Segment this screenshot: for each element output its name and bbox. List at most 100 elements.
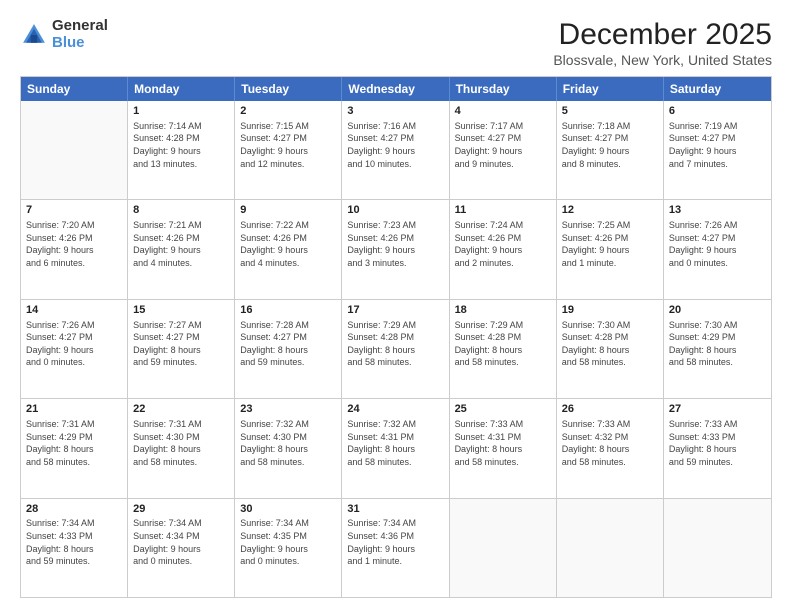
day-number: 7 (26, 203, 122, 218)
day-number: 21 (26, 402, 122, 417)
calendar-cell (21, 101, 128, 199)
calendar-cell: 9Sunrise: 7:22 AM Sunset: 4:26 PM Daylig… (235, 200, 342, 298)
day-number: 14 (26, 303, 122, 318)
calendar-cell (664, 499, 771, 597)
day-number: 2 (240, 104, 336, 119)
calendar-cell (557, 499, 664, 597)
calendar-header-cell: Monday (128, 77, 235, 101)
day-number: 25 (455, 402, 551, 417)
day-number: 5 (562, 104, 658, 119)
cell-info: Sunrise: 7:26 AM Sunset: 4:27 PM Dayligh… (26, 319, 122, 369)
calendar-cell: 11Sunrise: 7:24 AM Sunset: 4:26 PM Dayli… (450, 200, 557, 298)
calendar-row: 14Sunrise: 7:26 AM Sunset: 4:27 PM Dayli… (21, 299, 771, 398)
calendar-cell: 10Sunrise: 7:23 AM Sunset: 4:26 PM Dayli… (342, 200, 449, 298)
cell-info: Sunrise: 7:17 AM Sunset: 4:27 PM Dayligh… (455, 120, 551, 170)
cell-info: Sunrise: 7:30 AM Sunset: 4:29 PM Dayligh… (669, 319, 766, 369)
cell-info: Sunrise: 7:21 AM Sunset: 4:26 PM Dayligh… (133, 219, 229, 269)
day-number: 1 (133, 104, 229, 119)
cell-info: Sunrise: 7:15 AM Sunset: 4:27 PM Dayligh… (240, 120, 336, 170)
calendar-cell: 18Sunrise: 7:29 AM Sunset: 4:28 PM Dayli… (450, 300, 557, 398)
cell-info: Sunrise: 7:26 AM Sunset: 4:27 PM Dayligh… (669, 219, 766, 269)
calendar-cell: 26Sunrise: 7:33 AM Sunset: 4:32 PM Dayli… (557, 399, 664, 497)
calendar-cell: 6Sunrise: 7:19 AM Sunset: 4:27 PM Daylig… (664, 101, 771, 199)
cell-info: Sunrise: 7:34 AM Sunset: 4:36 PM Dayligh… (347, 517, 443, 567)
day-number: 4 (455, 104, 551, 119)
logo-icon (20, 21, 48, 49)
day-number: 22 (133, 402, 229, 417)
calendar-header-cell: Thursday (450, 77, 557, 101)
calendar-cell: 5Sunrise: 7:18 AM Sunset: 4:27 PM Daylig… (557, 101, 664, 199)
calendar-row: 1Sunrise: 7:14 AM Sunset: 4:28 PM Daylig… (21, 101, 771, 199)
calendar: SundayMondayTuesdayWednesdayThursdayFrid… (20, 76, 772, 598)
logo: General Blue (20, 18, 108, 51)
calendar-cell: 19Sunrise: 7:30 AM Sunset: 4:28 PM Dayli… (557, 300, 664, 398)
calendar-cell: 17Sunrise: 7:29 AM Sunset: 4:28 PM Dayli… (342, 300, 449, 398)
calendar-cell: 21Sunrise: 7:31 AM Sunset: 4:29 PM Dayli… (21, 399, 128, 497)
day-number: 8 (133, 203, 229, 218)
calendar-header-cell: Sunday (21, 77, 128, 101)
calendar-cell: 24Sunrise: 7:32 AM Sunset: 4:31 PM Dayli… (342, 399, 449, 497)
day-number: 23 (240, 402, 336, 417)
cell-info: Sunrise: 7:31 AM Sunset: 4:29 PM Dayligh… (26, 418, 122, 468)
day-number: 9 (240, 203, 336, 218)
day-number: 3 (347, 104, 443, 119)
day-number: 30 (240, 502, 336, 517)
cell-info: Sunrise: 7:33 AM Sunset: 4:32 PM Dayligh… (562, 418, 658, 468)
calendar-row: 21Sunrise: 7:31 AM Sunset: 4:29 PM Dayli… (21, 398, 771, 497)
calendar-header: SundayMondayTuesdayWednesdayThursdayFrid… (21, 77, 771, 101)
calendar-cell: 25Sunrise: 7:33 AM Sunset: 4:31 PM Dayli… (450, 399, 557, 497)
day-number: 31 (347, 502, 443, 517)
cell-info: Sunrise: 7:20 AM Sunset: 4:26 PM Dayligh… (26, 219, 122, 269)
calendar-cell: 14Sunrise: 7:26 AM Sunset: 4:27 PM Dayli… (21, 300, 128, 398)
day-number: 13 (669, 203, 766, 218)
calendar-cell: 16Sunrise: 7:28 AM Sunset: 4:27 PM Dayli… (235, 300, 342, 398)
logo-text: General Blue (52, 18, 108, 51)
calendar-cell: 15Sunrise: 7:27 AM Sunset: 4:27 PM Dayli… (128, 300, 235, 398)
cell-info: Sunrise: 7:33 AM Sunset: 4:33 PM Dayligh… (669, 418, 766, 468)
cell-info: Sunrise: 7:30 AM Sunset: 4:28 PM Dayligh… (562, 319, 658, 369)
calendar-body: 1Sunrise: 7:14 AM Sunset: 4:28 PM Daylig… (21, 101, 771, 597)
calendar-cell: 27Sunrise: 7:33 AM Sunset: 4:33 PM Dayli… (664, 399, 771, 497)
cell-info: Sunrise: 7:29 AM Sunset: 4:28 PM Dayligh… (455, 319, 551, 369)
cell-info: Sunrise: 7:34 AM Sunset: 4:33 PM Dayligh… (26, 517, 122, 567)
cell-info: Sunrise: 7:19 AM Sunset: 4:27 PM Dayligh… (669, 120, 766, 170)
calendar-row: 7Sunrise: 7:20 AM Sunset: 4:26 PM Daylig… (21, 199, 771, 298)
calendar-cell: 28Sunrise: 7:34 AM Sunset: 4:33 PM Dayli… (21, 499, 128, 597)
calendar-row: 28Sunrise: 7:34 AM Sunset: 4:33 PM Dayli… (21, 498, 771, 597)
day-number: 10 (347, 203, 443, 218)
subtitle: Blossvale, New York, United States (553, 52, 772, 68)
logo-blue: Blue (52, 35, 108, 52)
day-number: 12 (562, 203, 658, 218)
calendar-cell: 22Sunrise: 7:31 AM Sunset: 4:30 PM Dayli… (128, 399, 235, 497)
calendar-header-cell: Saturday (664, 77, 771, 101)
day-number: 20 (669, 303, 766, 318)
header: General Blue December 2025 Blossvale, Ne… (20, 18, 772, 68)
calendar-cell: 12Sunrise: 7:25 AM Sunset: 4:26 PM Dayli… (557, 200, 664, 298)
cell-info: Sunrise: 7:25 AM Sunset: 4:26 PM Dayligh… (562, 219, 658, 269)
logo-general: General (52, 18, 108, 35)
day-number: 27 (669, 402, 766, 417)
day-number: 18 (455, 303, 551, 318)
day-number: 16 (240, 303, 336, 318)
calendar-cell: 1Sunrise: 7:14 AM Sunset: 4:28 PM Daylig… (128, 101, 235, 199)
cell-info: Sunrise: 7:18 AM Sunset: 4:27 PM Dayligh… (562, 120, 658, 170)
day-number: 17 (347, 303, 443, 318)
day-number: 28 (26, 502, 122, 517)
cell-info: Sunrise: 7:27 AM Sunset: 4:27 PM Dayligh… (133, 319, 229, 369)
day-number: 26 (562, 402, 658, 417)
calendar-cell: 31Sunrise: 7:34 AM Sunset: 4:36 PM Dayli… (342, 499, 449, 597)
calendar-cell: 29Sunrise: 7:34 AM Sunset: 4:34 PM Dayli… (128, 499, 235, 597)
main-title: December 2025 (553, 18, 772, 52)
cell-info: Sunrise: 7:33 AM Sunset: 4:31 PM Dayligh… (455, 418, 551, 468)
calendar-cell: 7Sunrise: 7:20 AM Sunset: 4:26 PM Daylig… (21, 200, 128, 298)
day-number: 6 (669, 104, 766, 119)
calendar-cell: 23Sunrise: 7:32 AM Sunset: 4:30 PM Dayli… (235, 399, 342, 497)
calendar-cell: 30Sunrise: 7:34 AM Sunset: 4:35 PM Dayli… (235, 499, 342, 597)
calendar-cell (450, 499, 557, 597)
calendar-cell: 4Sunrise: 7:17 AM Sunset: 4:27 PM Daylig… (450, 101, 557, 199)
calendar-cell: 13Sunrise: 7:26 AM Sunset: 4:27 PM Dayli… (664, 200, 771, 298)
cell-info: Sunrise: 7:34 AM Sunset: 4:34 PM Dayligh… (133, 517, 229, 567)
day-number: 24 (347, 402, 443, 417)
cell-info: Sunrise: 7:28 AM Sunset: 4:27 PM Dayligh… (240, 319, 336, 369)
cell-info: Sunrise: 7:29 AM Sunset: 4:28 PM Dayligh… (347, 319, 443, 369)
